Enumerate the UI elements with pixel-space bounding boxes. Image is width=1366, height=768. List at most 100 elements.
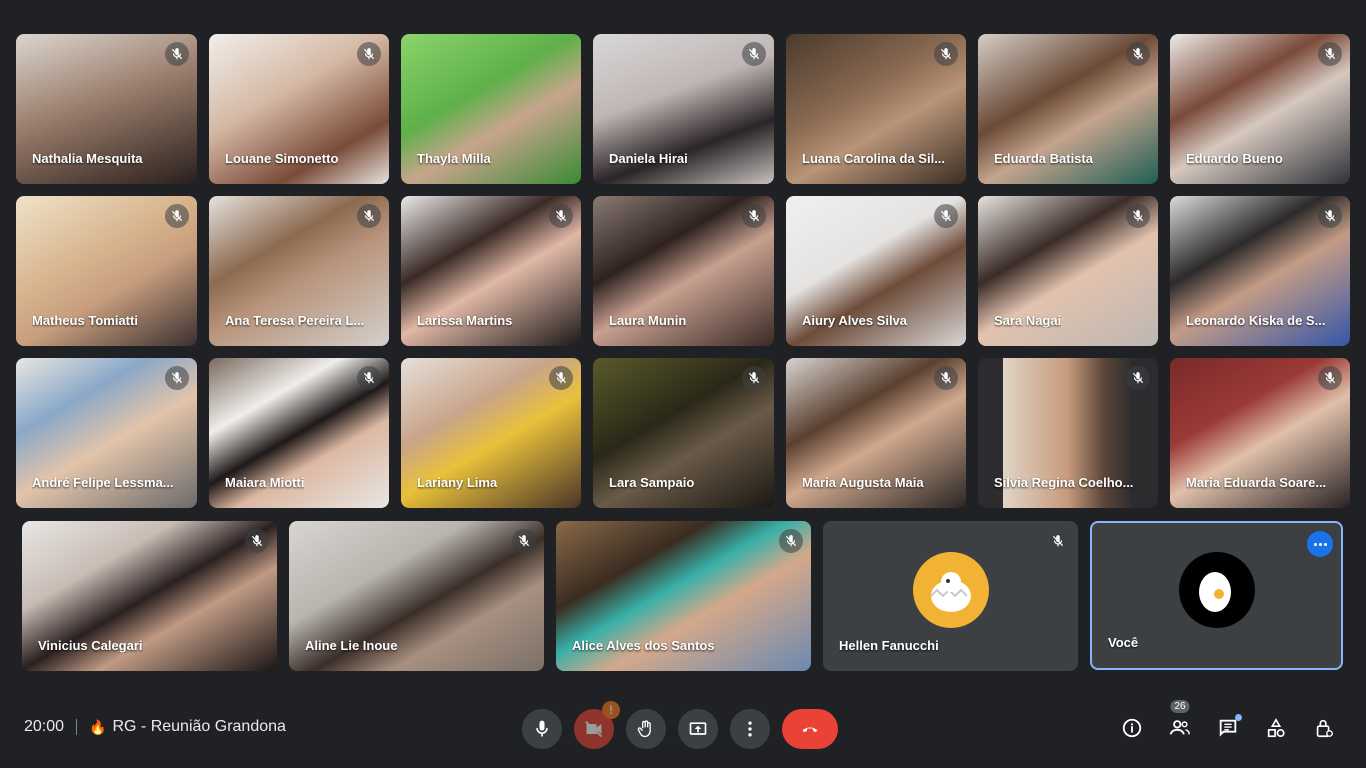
mic-off-icon <box>165 366 189 390</box>
activities-icon <box>1267 718 1285 738</box>
avatar <box>912 552 989 628</box>
participant-tile[interactable]: Laura Munin <box>593 196 774 346</box>
host-controls-button[interactable] <box>1308 712 1340 744</box>
leave-call-button[interactable] <box>782 709 838 749</box>
participant-tile[interactable]: Eduardo Bueno <box>1170 34 1350 184</box>
participant-tile[interactable]: Larissa Martins <box>401 196 581 346</box>
mic-button[interactable] <box>522 709 562 749</box>
mic-off-icon <box>1046 529 1070 553</box>
mic-off-icon <box>357 366 381 390</box>
participant-tile[interactable]: Maria Eduarda Soare... <box>1170 358 1350 508</box>
participant-count: 26 <box>1170 700 1190 713</box>
mic-off-icon <box>1126 204 1150 228</box>
info-icon <box>1122 718 1142 738</box>
mic-off-icon <box>934 42 958 66</box>
meet-stage: Nathalia Mesquita Louane Simonetto Thayl… <box>0 0 1366 768</box>
participant-tile[interactable]: Daniela Hirai <box>593 34 774 184</box>
mic-off-icon <box>934 366 958 390</box>
participant-tile[interactable]: Thayla Milla <box>401 34 581 184</box>
participant-name: Eduardo Bueno <box>1186 151 1283 166</box>
participant-name: Lariany Lima <box>417 475 498 490</box>
participant-name: André Felipe Lessma... <box>32 475 174 490</box>
meeting-title: RG - Reunião Grandona <box>112 718 286 735</box>
participant-name: Vinicius Calegari <box>38 638 143 653</box>
participant-tile[interactable]: Vinicius Calegari <box>22 521 277 671</box>
mic-off-icon <box>742 366 766 390</box>
participant-name: Maria Augusta Maia <box>802 475 924 490</box>
host-controls-icon <box>1316 719 1333 738</box>
present-button[interactable] <box>678 709 718 749</box>
participant-name: Ana Teresa Pereira L... <box>225 313 365 328</box>
camera-off-icon <box>585 720 603 738</box>
participant-tile[interactable]: Eduarda Batista <box>978 34 1158 184</box>
present-screen-icon <box>689 722 707 735</box>
mic-off-icon <box>779 529 803 553</box>
mic-off-icon <box>742 42 766 66</box>
participant-tile[interactable]: André Felipe Lessma... <box>16 358 197 508</box>
participant-tile[interactable]: Aiury Alves Silva <box>786 196 966 346</box>
raise-hand-icon <box>637 720 651 738</box>
participant-name: Eduarda Batista <box>994 151 1093 166</box>
activities-button[interactable] <box>1260 712 1292 744</box>
participant-name: Você <box>1108 635 1139 650</box>
participant-tile[interactable]: Nathalia Mesquita <box>16 34 197 184</box>
mic-off-icon <box>1318 42 1342 66</box>
meeting-details: 20:00 🔥 RG - Reunião Grandona <box>24 718 286 736</box>
mic-off-icon <box>245 529 269 553</box>
participant-name: Lara Sampaio <box>609 475 695 490</box>
mic-off-icon <box>742 204 766 228</box>
mic-off-icon <box>934 204 958 228</box>
mic-off-icon <box>357 42 381 66</box>
raise-hand-button[interactable] <box>626 709 666 749</box>
mic-off-icon <box>1318 366 1342 390</box>
unread-indicator <box>1235 714 1242 721</box>
participant-name: Maria Eduarda Soare... <box>1186 475 1327 490</box>
participant-name: Nathalia Mesquita <box>32 151 143 166</box>
participant-tile[interactable]: Maiara Miotti <box>209 358 389 508</box>
participant-name: Hellen Fanucchi <box>839 638 939 653</box>
warning-badge: ! <box>602 701 620 719</box>
participant-name: Laura Munin <box>609 313 687 328</box>
participant-tile[interactable]: Silvia Regina Coelho... <box>978 358 1158 508</box>
mic-off-icon <box>1318 204 1342 228</box>
participant-name: Thayla Milla <box>417 151 491 166</box>
participant-tile[interactable]: Leonardo Kiska de S... <box>1170 196 1350 346</box>
flame-icon: 🔥 <box>89 718 107 735</box>
more-options-button[interactable] <box>730 709 770 749</box>
meeting-info-button[interactable] <box>1116 712 1148 744</box>
participant-name: Sara Nagai <box>994 313 1062 328</box>
participant-tile[interactable]: Lariany Lima <box>401 358 581 508</box>
participant-tile[interactable]: Lara Sampaio <box>593 358 774 508</box>
bottom-bar: 20:00 🔥 RG - Reunião Grandona ! 26 <box>0 690 1366 768</box>
participant-tile[interactable]: Maria Augusta Maia <box>786 358 966 508</box>
mic-off-icon <box>1126 366 1150 390</box>
participant-name: Silvia Regina Coelho... <box>994 475 1134 490</box>
participant-tile[interactable]: Louane Simonetto <box>209 34 389 184</box>
participant-name: Maiara Miotti <box>225 475 305 490</box>
participant-name: Leonardo Kiska de S... <box>1186 313 1326 328</box>
participant-tile[interactable]: Ana Teresa Pereira L... <box>209 196 389 346</box>
avatar <box>1178 551 1255 628</box>
participant-tile[interactable]: Matheus Tomiatti <box>16 196 197 346</box>
participant-tile[interactable]: Sara Nagai <box>978 196 1158 346</box>
participant-tile[interactable]: Hellen Fanucchi <box>823 521 1078 671</box>
participant-tile[interactable]: Alice Alves dos Santos <box>556 521 811 671</box>
participant-name: Matheus Tomiatti <box>32 313 138 328</box>
participant-name: Larissa Martins <box>417 313 513 328</box>
self-tile[interactable]: Você <box>1090 521 1343 670</box>
participant-tile[interactable]: Luana Carolina da Sil... <box>786 34 966 184</box>
more-options-icon[interactable] <box>1307 531 1333 557</box>
participant-name: Luana Carolina da Sil... <box>802 151 946 166</box>
chat-button[interactable] <box>1212 712 1244 744</box>
more-options-icon <box>748 721 752 737</box>
participant-name: Louane Simonetto <box>225 151 339 166</box>
leave-call-icon <box>802 727 818 733</box>
camera-button[interactable]: ! <box>574 701 620 749</box>
mic-off-icon <box>549 204 573 228</box>
people-icon <box>1169 720 1190 735</box>
mic-icon <box>536 720 548 737</box>
participant-tile[interactable]: Aline Lie Inoue <box>289 521 544 671</box>
participant-name: Alice Alves dos Santos <box>572 638 715 653</box>
mic-off-icon <box>512 529 536 553</box>
people-button[interactable]: 26 <box>1164 700 1196 744</box>
